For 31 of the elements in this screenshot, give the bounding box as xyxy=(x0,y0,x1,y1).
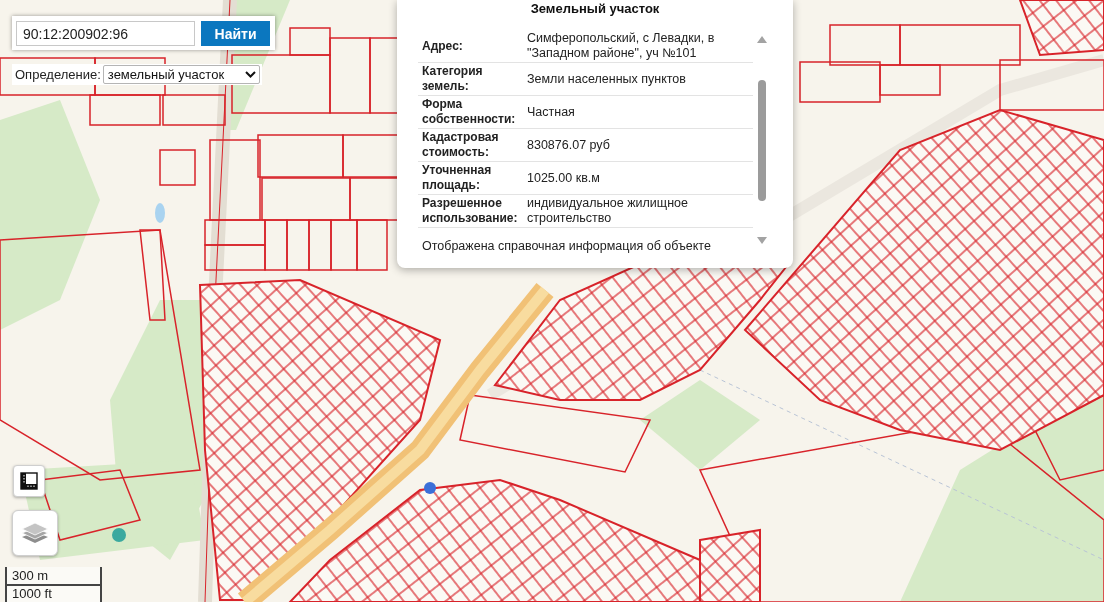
mode-label: Определение: xyxy=(15,67,101,82)
property-value: Симферопольский, с Левадки, в "Западном районе", уч №101 xyxy=(527,31,716,61)
property-label: Кадастровая стоимость: xyxy=(421,130,500,160)
property-label: Разрешенное использование: xyxy=(421,196,519,226)
scroll-up-icon[interactable] xyxy=(757,36,767,43)
property-value: Частная xyxy=(527,104,576,120)
property-value: индивидуальное жилищное строительство xyxy=(527,196,689,226)
scroll-down-icon[interactable] xyxy=(757,237,767,244)
map-marker-icon xyxy=(424,482,436,494)
property-value: 1025.00 кв.м xyxy=(527,170,601,186)
property-label: Адрес: xyxy=(421,38,464,54)
cadastral-number-field[interactable]: 90:12:200902:96 xyxy=(16,21,195,46)
object-type-select[interactable]: земельный участок xyxy=(102,65,260,84)
scrollbar-thumb[interactable] xyxy=(758,79,766,201)
layers-button[interactable] xyxy=(12,510,58,556)
map-marker-icon xyxy=(112,528,126,542)
property-label: Категория земель: xyxy=(421,64,484,94)
pond xyxy=(155,203,165,223)
property-label: Форма собственности: xyxy=(421,97,517,127)
find-button[interactable]: Найти xyxy=(201,21,270,46)
popup-title: Земельный участок xyxy=(530,1,660,17)
property-label: Уточненная площадь: xyxy=(421,163,493,193)
ruler-icon xyxy=(20,472,38,490)
metric-scale: 300 m xyxy=(5,567,102,586)
property-value: Земли населенных пунктов xyxy=(527,71,687,87)
measure-button[interactable] xyxy=(13,465,45,497)
info-note: Отображена справочная информация об объекте xyxy=(421,239,712,254)
property-value: 830876.07 руб xyxy=(527,137,611,153)
chevron-down-icon xyxy=(244,71,256,78)
imperial-scale: 1000 ft xyxy=(5,586,102,602)
layers-icon xyxy=(21,521,49,545)
